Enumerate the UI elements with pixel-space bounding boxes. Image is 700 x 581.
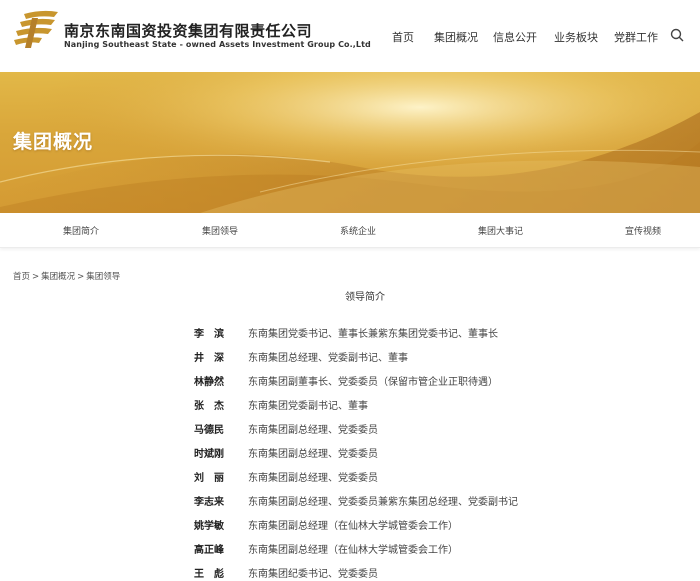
nav-item-party-work[interactable]: 党群工作 [614,29,658,45]
subnav-item-system-companies[interactable]: 系统企业 [340,224,376,237]
leader-name: 时斌刚 [194,449,224,460]
leader-name: 井 深 [194,353,224,364]
leader-name: 李志来 [194,497,224,508]
breadcrumb-separator: > [77,272,85,282]
breadcrumb-separator: > [32,272,40,282]
nav-item-group-overview[interactable]: 集团概况 [434,29,478,45]
breadcrumb: 首页 > 集团概况 > 集团领导 [13,270,120,282]
company-logo-icon[interactable] [12,8,62,50]
breadcrumb-item-home[interactable]: 首页 [13,272,30,282]
breadcrumb-item-group-overview[interactable]: 集团概况 [41,272,75,282]
leader-title: 东南集团副总经理、党委委员 [248,425,378,436]
nav-item-business[interactable]: 业务板块 [554,29,598,45]
subnav-item-group-intro[interactable]: 集团简介 [63,224,99,237]
leader-title: 东南集团党委副书记、董事 [248,401,368,412]
leader-name: 高正峰 [194,545,224,556]
leader-name: 王 彪 [194,569,224,580]
leader-title: 东南集团副总经理（在仙林大学城管委会工作） [248,545,458,556]
nav-item-home[interactable]: 首页 [392,29,414,45]
brand-name-en: Nanjing Southeast State - owned Assets I… [64,40,371,49]
sub-nav: 集团简介 集团领导 系统企业 集团大事记 宣传视频 [0,213,700,248]
brand-name-cn: 南京东南国资投资集团有限责任公司 [64,22,313,40]
leader-title: 东南集团总经理、党委副书记、董事 [248,353,408,364]
banner-title: 集团概况 [13,131,94,153]
leader-name: 李 滨 [194,329,224,340]
leader-title: 东南集团副总经理、党委委员 [248,473,378,484]
section-title: 领导简介 [345,292,385,303]
leader-title: 东南集团党委书记、董事长兼紫东集团党委书记、董事长 [248,329,498,340]
subnav-item-promo-video[interactable]: 宣传视频 [625,224,661,237]
leader-title: 东南集团副总经理、党委委员兼紫东集团总经理、党委副书记 [248,497,518,508]
leader-name: 姚学敏 [194,521,224,532]
leader-title: 东南集团副总经理（在仙林大学城管委会工作） [248,521,458,532]
site-header: 南京东南国资投资集团有限责任公司 Nanjing Southeast State… [0,0,700,73]
leader-title: 东南集团副总经理、党委委员 [248,449,378,460]
subnav-item-group-leaders[interactable]: 集团领导 [202,224,238,237]
subnav-item-milestones[interactable]: 集团大事记 [478,224,523,237]
search-icon[interactable] [670,28,684,42]
leader-name: 林静然 [194,377,224,388]
banner-decoration [0,72,700,213]
nav-item-info-disclosure[interactable]: 信息公开 [493,29,537,45]
leader-name: 马德民 [194,425,224,436]
leader-title: 东南集团副董事长、党委委员（保留市管企业正职待遇） [248,377,498,388]
leader-title: 东南集团纪委书记、党委委员 [248,569,378,580]
leader-name: 张 杰 [194,401,224,412]
breadcrumb-item-group-leaders[interactable]: 集团领导 [86,272,120,282]
page-banner: 集团概况 [0,72,700,213]
leader-name: 刘 丽 [194,473,224,484]
